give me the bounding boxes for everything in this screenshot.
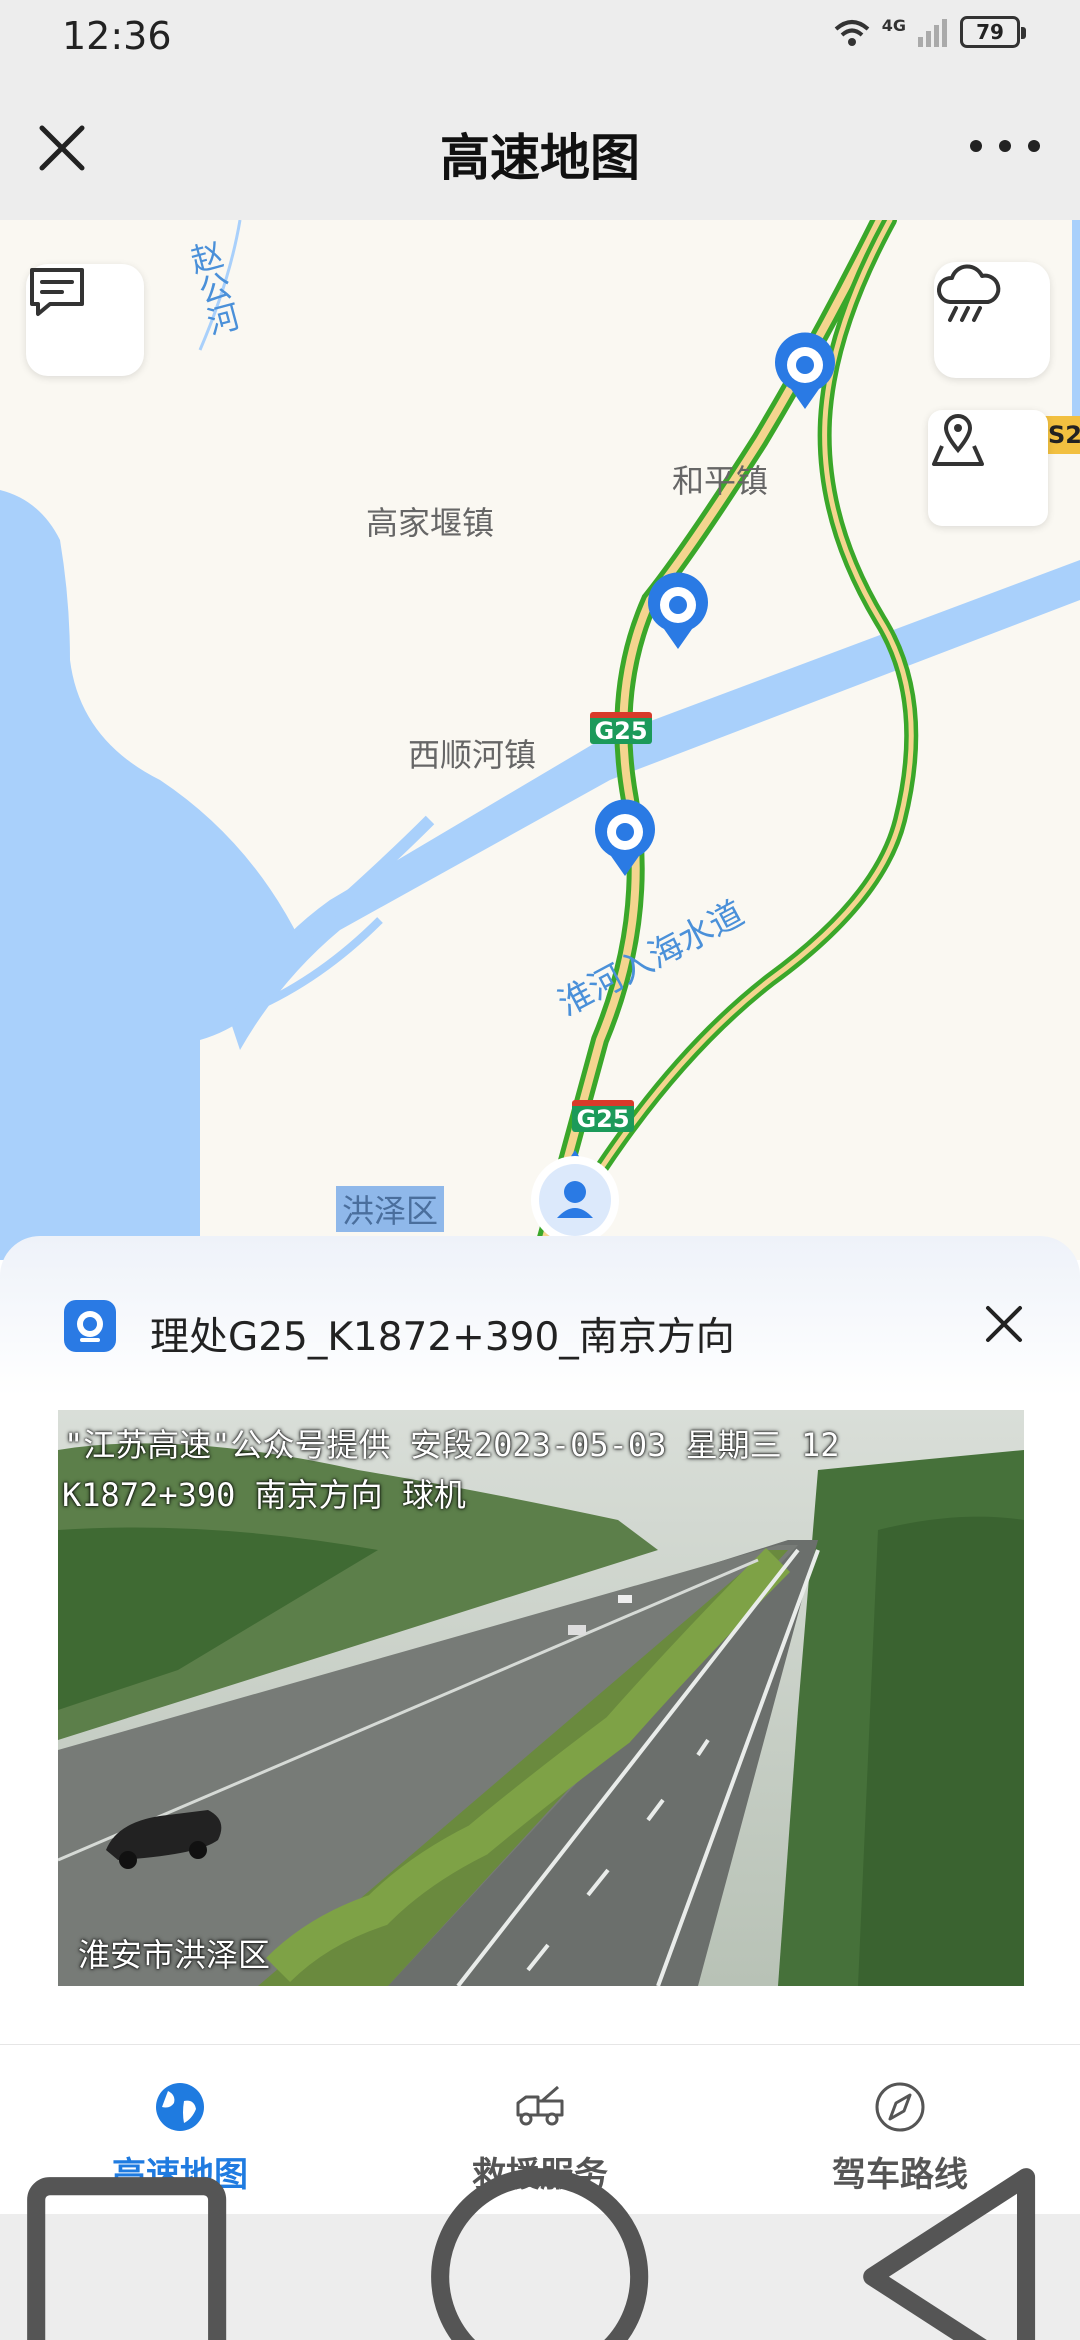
camera-marker-icon[interactable] (595, 799, 655, 876)
wifi-icon (834, 20, 870, 46)
map-label-district: 洪泽区 (336, 1186, 445, 1232)
camera-overlay-district: 淮安市洪泽区 (78, 1936, 271, 1974)
map-label-town: 高家堰镇 (366, 504, 495, 542)
close-icon[interactable] (982, 1302, 1026, 1346)
battery-icon: 79 (960, 16, 1026, 48)
back-icon[interactable] (827, 2150, 1080, 2340)
rain-cloud-icon (937, 264, 1001, 322)
map-pin-icon (932, 414, 984, 466)
recent-apps-icon[interactable] (0, 2150, 253, 2340)
status-time: 12:36 (62, 14, 172, 58)
road-shield-edge: S2 (1044, 416, 1080, 454)
map-view[interactable]: 赵公河 和平镇 高家堰镇 西顺河镇 淮河入海水道 洪泽区 G25 G25 S2 (0, 220, 1080, 1260)
status-indicators: 4G 79 (832, 16, 1026, 48)
status-bar: 12:36 4G 79 (0, 0, 1080, 76)
weather-button[interactable] (934, 262, 1050, 378)
home-icon[interactable] (413, 2150, 666, 2340)
map-label-town: 和平镇 (672, 462, 769, 500)
camera-detail-sheet: 理处G25_K1872+390_南京方向 "江苏高速"公众号提供 安段2023-… (0, 1236, 1080, 2044)
battery-level: 79 (976, 20, 1004, 44)
signal-icon (918, 19, 947, 47)
map-label-town: 西顺河镇 (408, 736, 537, 774)
camera-marker-icon[interactable] (648, 572, 708, 649)
camera-snapshot[interactable]: "江苏高速"公众号提供 安段2023-05-03 星期三 12 K1872+39… (58, 1410, 1024, 1986)
message-icon (30, 268, 84, 316)
page-title: 高速地图 (440, 129, 640, 187)
camera-overlay-location: K1872+390 南京方向 球机 (62, 1476, 466, 1514)
system-nav-bar (0, 2168, 1080, 2340)
globe-icon (156, 2083, 204, 2131)
road-shield: G25 (590, 712, 652, 744)
camera-title: 理处G25_K1872+390_南京方向 (150, 1315, 735, 1360)
title-bar: 高速地图 (0, 76, 1080, 220)
more-options-icon[interactable] (970, 126, 1040, 166)
feedback-button[interactable] (26, 264, 144, 376)
tow-truck-icon (516, 2085, 564, 2126)
compass-icon (875, 2082, 925, 2132)
map-canvas (0, 220, 1080, 1260)
camera-icon (64, 1300, 116, 1352)
road-shield: G25 (572, 1100, 634, 1132)
network-type: 4G (881, 16, 906, 35)
location-button[interactable] (928, 410, 1048, 526)
camera-overlay-header: "江苏高速"公众号提供 安段2023-05-03 星期三 12 (64, 1426, 840, 1464)
